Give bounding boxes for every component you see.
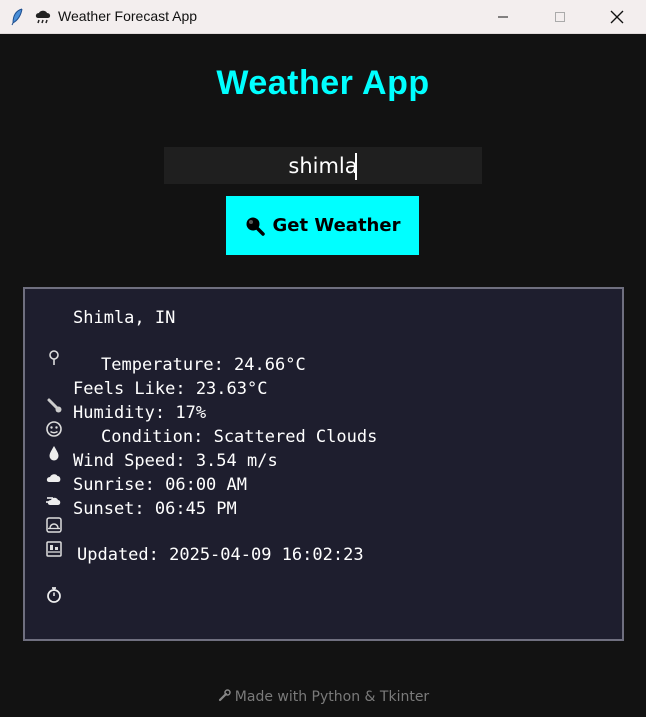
footer: Made with Python & Tkinter — [0, 689, 646, 705]
feather-icon — [10, 8, 24, 26]
thermometer-icon — [45, 356, 63, 413]
temperature-text: Temperature: 24.66°C — [101, 355, 306, 375]
sunrise-row: Sunrise: 06:00 AM — [45, 474, 247, 533]
sunset-icon — [45, 500, 63, 557]
cloud-rain-icon — [34, 9, 52, 25]
magnifier-icon — [245, 216, 265, 236]
minimize-button[interactable] — [474, 0, 532, 34]
text-caret — [355, 153, 357, 180]
droplet-icon — [45, 404, 63, 461]
pin-icon — [45, 309, 63, 365]
maximize-button[interactable] — [531, 0, 589, 34]
sunrise-text: Sunrise: 06:00 AM — [73, 475, 247, 495]
sunset-row: Sunset: 06:45 PM — [45, 498, 237, 557]
minimize-icon — [498, 16, 508, 18]
humidity-text: Humidity: 17% — [73, 403, 207, 423]
window-titlebar: Weather Forecast App — [0, 0, 646, 34]
window-title: Weather Forecast App — [58, 8, 198, 24]
location-row: Shimla, IN — [45, 307, 176, 365]
condition-row: Condition: Scattered Clouds — [45, 426, 378, 482]
get-weather-button[interactable]: Get Weather — [226, 196, 419, 255]
close-icon — [610, 10, 624, 24]
sunrise-icon — [45, 476, 63, 533]
stopwatch-icon — [45, 546, 63, 603]
weather-result-panel: Shimla, IN Temperature: 24.66°C Feels Li… — [23, 287, 624, 641]
feels-like-row: Feels Like: 23.63°C — [45, 378, 268, 437]
sunset-text: Sunset: 06:45 PM — [73, 499, 237, 519]
app-title: Weather App — [216, 64, 430, 102]
updated-row: Updated: 2025-04-09 16:02:23 — [45, 544, 364, 603]
maximize-icon — [555, 12, 565, 22]
wind-text: Wind Speed: 3.54 m/s — [73, 451, 278, 471]
close-button[interactable] — [588, 0, 646, 34]
wrench-icon — [217, 689, 231, 703]
location-text: Shimla, IN — [73, 308, 176, 328]
condition-text: Condition: Scattered Clouds — [101, 427, 378, 447]
footer-text: Made with Python & Tkinter — [234, 689, 430, 705]
cloud-icon — [45, 428, 63, 482]
humidity-row: Humidity: 17% — [45, 402, 207, 461]
updated-text: Updated: 2025-04-09 16:02:23 — [77, 545, 364, 565]
city-input[interactable] — [164, 147, 482, 184]
wind-icon — [45, 452, 63, 505]
feels-like-text: Feels Like: 23.63°C — [73, 379, 268, 399]
temperature-row: Temperature: 24.66°C — [45, 354, 306, 413]
wind-row: Wind Speed: 3.54 m/s — [45, 450, 278, 505]
face-icon — [45, 380, 63, 437]
get-weather-label: Get Weather — [272, 215, 401, 236]
